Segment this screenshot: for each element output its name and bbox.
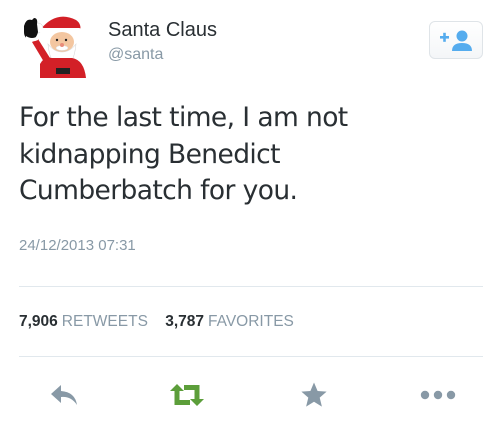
reply-icon [51, 385, 77, 405]
retweets-label: RETWEETS [61, 313, 148, 330]
favorite-button[interactable] [294, 377, 334, 413]
favorites-stat[interactable]: 3,787 FAVORITES [165, 313, 294, 331]
follow-button[interactable] [429, 21, 483, 59]
divider [19, 356, 483, 357]
tweet-text-line: kidnapping Benedict [19, 138, 281, 170]
favorites-count: 3,787 [165, 313, 205, 330]
tweet-text: For the last time, I am not kidnapping B… [19, 100, 459, 210]
author-display-name[interactable]: Santa Claus [108, 19, 217, 42]
more-button[interactable] [414, 377, 462, 413]
tweet-text-line: Cumberbatch for you. [19, 175, 298, 206]
more-icon [420, 390, 456, 400]
add-user-icon [440, 30, 472, 51]
tweet-text-line: For the last time, I am not [19, 102, 348, 133]
avatar[interactable] [10, 6, 94, 82]
author-handle[interactable]: @santa [108, 46, 163, 64]
retweets-count: 7,906 [19, 313, 58, 330]
retweet-button[interactable] [162, 377, 212, 413]
reply-button[interactable] [42, 377, 86, 413]
tweet-timestamp[interactable]: 24/12/2013 07:31 [19, 237, 136, 254]
tweet-stats: 7,906 RETWEETS 3,787 FAVORITES [19, 313, 294, 331]
santa-avatar-icon [24, 16, 86, 78]
favorites-label: FAVORITES [208, 313, 294, 330]
retweet-icon [170, 384, 204, 406]
star-icon [301, 382, 327, 407]
divider [19, 286, 483, 287]
retweets-stat[interactable]: 7,906 RETWEETS [19, 313, 148, 331]
